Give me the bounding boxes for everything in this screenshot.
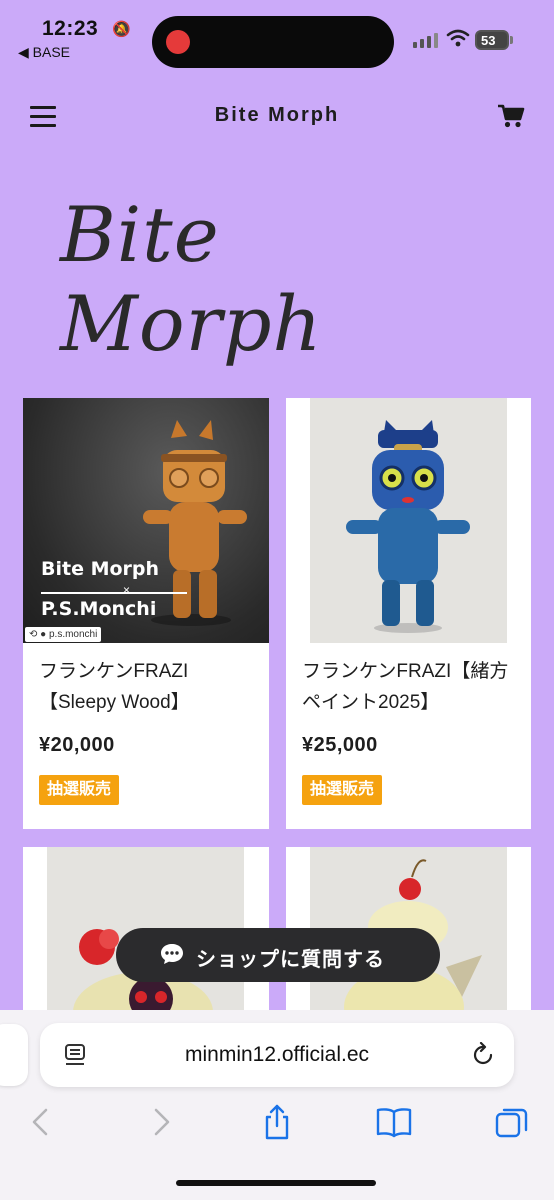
- overlay-divider: [41, 592, 187, 594]
- status-time: 12:23: [42, 17, 99, 40]
- product-image[interactable]: Bite Morph × P.S.Monchi ⟲ ● p.s.monchi: [23, 398, 269, 643]
- repost-icon: ⟲ ●: [29, 629, 49, 640]
- tabs-icon[interactable]: [492, 1102, 532, 1142]
- previous-tab-peek[interactable]: [0, 1024, 28, 1086]
- repost-username: p.s.monchi: [48, 629, 98, 640]
- chat-bubble-icon: [161, 944, 183, 964]
- product-card[interactable]: Bite Morph × P.S.Monchi ⟲ ● p.s.monchi フ…: [23, 398, 269, 829]
- ask-shop-button[interactable]: ショップに質問する: [116, 928, 440, 982]
- back-to-app-link[interactable]: ◀ BASE: [18, 44, 70, 61]
- lottery-sale-badge: 抽選販売: [39, 775, 120, 805]
- reload-icon[interactable]: [470, 1042, 496, 1068]
- product-name[interactable]: フランケンFRAZI【緒方ペイント2025】: [302, 656, 522, 718]
- overlay-brand-text: Bite Morph: [41, 558, 160, 580]
- product-price: ¥20,000: [39, 734, 115, 756]
- repost-tag: ⟲ ● p.s.monchi: [25, 627, 102, 642]
- wifi-icon: [446, 29, 470, 47]
- cellular-signal-icon: [413, 33, 438, 48]
- ask-shop-label: ショップに質問する: [196, 949, 385, 971]
- recording-indicator-icon: [166, 30, 190, 54]
- bookmarks-icon[interactable]: [374, 1102, 414, 1142]
- cart-icon[interactable]: [497, 103, 525, 129]
- product-name[interactable]: フランケンFRAZI【Sleepy Wood】: [39, 656, 259, 718]
- status-bar: 12:23 🔕 ◀ BASE 53: [0, 0, 554, 70]
- overlay-collab-text: P.S.Monchi: [41, 598, 157, 620]
- site-title[interactable]: Bite Morph: [0, 104, 554, 127]
- url-text[interactable]: minmin12.official.ec: [40, 1043, 514, 1067]
- product-image[interactable]: [286, 398, 531, 643]
- share-icon[interactable]: [257, 1102, 297, 1142]
- product-card[interactable]: フランケンFRAZI【緒方ペイント2025】 ¥25,000 抽選販売: [286, 398, 531, 829]
- product-price: ¥25,000: [302, 734, 378, 756]
- dynamic-island: [152, 16, 394, 68]
- shop-logo[interactable]: Bite Morph: [60, 190, 500, 368]
- browser-toolbar: minmin12.official.ec: [0, 1010, 554, 1200]
- figure-image-blue: [346, 420, 470, 633]
- lottery-sale-badge: 抽選販売: [302, 775, 383, 805]
- battery-icon: 53: [475, 30, 513, 50]
- overlay-cross-text: ×: [123, 583, 131, 597]
- address-bar[interactable]: minmin12.official.ec: [40, 1023, 514, 1087]
- browser-nav-row: [0, 1102, 554, 1142]
- silent-bell-icon: 🔕: [112, 21, 131, 38]
- back-arrow-icon[interactable]: [22, 1102, 62, 1142]
- home-indicator[interactable]: [176, 1180, 376, 1186]
- forward-arrow-icon[interactable]: [140, 1102, 180, 1142]
- battery-level: 53: [481, 33, 496, 48]
